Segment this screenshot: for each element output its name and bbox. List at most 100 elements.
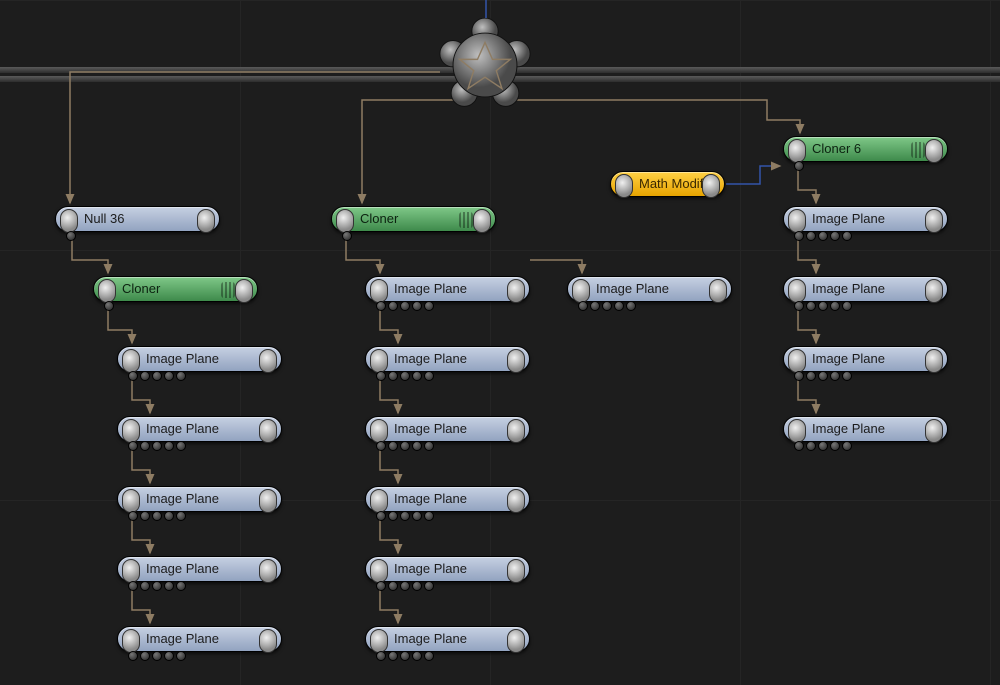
port-icon[interactable] <box>424 581 434 591</box>
port-icon[interactable] <box>176 581 186 591</box>
node-n_null36[interactable]: Null 36 <box>55 206 220 232</box>
node-n_clonerB[interactable]: Cloner <box>331 206 496 232</box>
port-icon[interactable] <box>602 301 612 311</box>
port-icon[interactable] <box>128 581 138 591</box>
node-n_ip_a3[interactable]: Image Plane <box>117 486 282 512</box>
node-n_ip_b4[interactable]: Image Plane <box>365 486 530 512</box>
port-icon[interactable] <box>412 651 422 661</box>
port-icon[interactable] <box>388 301 398 311</box>
node-handle-left[interactable] <box>370 419 388 443</box>
node-handle-right[interactable] <box>925 419 943 443</box>
port-icon[interactable] <box>412 511 422 521</box>
node-handle-right[interactable] <box>507 489 525 513</box>
node-n_ip_b2[interactable]: Image Plane <box>365 346 530 372</box>
node-n_ip_b6[interactable]: Image Plane <box>365 626 530 652</box>
node-handle-left[interactable] <box>98 279 116 303</box>
port-icon[interactable] <box>424 371 434 381</box>
node-n_math[interactable]: Math Modifi… <box>610 171 725 197</box>
port-icon[interactable] <box>140 511 150 521</box>
port-icon[interactable] <box>152 511 162 521</box>
node-handle-right[interactable] <box>925 139 943 163</box>
port-icon[interactable] <box>152 371 162 381</box>
port-icon[interactable] <box>806 301 816 311</box>
node-n_ip_c3[interactable]: Image Plane <box>783 346 948 372</box>
port-icon[interactable] <box>388 441 398 451</box>
node-handle-left[interactable] <box>788 279 806 303</box>
node-handle-left[interactable] <box>788 349 806 373</box>
port-icon[interactable] <box>176 511 186 521</box>
port-icon[interactable] <box>176 651 186 661</box>
node-n_ip_c2[interactable]: Image Plane <box>783 276 948 302</box>
node-handle-right[interactable] <box>702 174 720 198</box>
node-handle-right[interactable] <box>473 209 491 233</box>
port-icon[interactable] <box>376 651 386 661</box>
node-handle-left[interactable] <box>370 349 388 373</box>
node-handle-left[interactable] <box>572 279 590 303</box>
node-n_ip_a1[interactable]: Image Plane <box>117 346 282 372</box>
node-handle-right[interactable] <box>507 349 525 373</box>
node-handle-right[interactable] <box>259 349 277 373</box>
node-handle-left[interactable] <box>370 489 388 513</box>
port-icon[interactable] <box>830 441 840 451</box>
port-icon[interactable] <box>842 301 852 311</box>
port-icon[interactable] <box>806 231 816 241</box>
port-icon[interactable] <box>412 301 422 311</box>
port-icon[interactable] <box>152 581 162 591</box>
node-handle-right[interactable] <box>925 279 943 303</box>
port-icon[interactable] <box>152 441 162 451</box>
node-handle-left[interactable] <box>122 629 140 653</box>
node-n_ip_b5[interactable]: Image Plane <box>365 556 530 582</box>
port-icon[interactable] <box>830 301 840 311</box>
port-icon[interactable] <box>152 651 162 661</box>
port-icon[interactable] <box>424 651 434 661</box>
port-icon[interactable] <box>128 511 138 521</box>
node-handle-left[interactable] <box>122 489 140 513</box>
port-icon[interactable] <box>342 231 352 241</box>
port-icon[interactable] <box>376 301 386 311</box>
node-handle-right[interactable] <box>507 279 525 303</box>
node-handle-left[interactable] <box>122 559 140 583</box>
port-icon[interactable] <box>164 371 174 381</box>
node-n_ip_b3[interactable]: Image Plane <box>365 416 530 442</box>
node-handle-left[interactable] <box>122 419 140 443</box>
port-icon[interactable] <box>66 231 76 241</box>
port-icon[interactable] <box>424 441 434 451</box>
port-icon[interactable] <box>376 371 386 381</box>
port-icon[interactable] <box>388 371 398 381</box>
port-icon[interactable] <box>830 371 840 381</box>
root-hub-icon[interactable] <box>438 18 532 112</box>
node-handle-left[interactable] <box>60 209 78 233</box>
port-icon[interactable] <box>794 301 804 311</box>
node-n_ip_a4[interactable]: Image Plane <box>117 556 282 582</box>
port-icon[interactable] <box>830 231 840 241</box>
node-handle-right[interactable] <box>259 559 277 583</box>
port-icon[interactable] <box>400 441 410 451</box>
port-icon[interactable] <box>818 301 828 311</box>
node-n_ip_b1[interactable]: Image Plane <box>365 276 530 302</box>
node-n_ip_a5[interactable]: Image Plane <box>117 626 282 652</box>
port-icon[interactable] <box>412 371 422 381</box>
node-n_ip_a2[interactable]: Image Plane <box>117 416 282 442</box>
port-icon[interactable] <box>140 581 150 591</box>
port-icon[interactable] <box>614 301 624 311</box>
port-icon[interactable] <box>140 441 150 451</box>
port-icon[interactable] <box>794 441 804 451</box>
port-icon[interactable] <box>806 371 816 381</box>
node-handle-left[interactable] <box>336 209 354 233</box>
node-handle-right[interactable] <box>507 559 525 583</box>
node-handle-left[interactable] <box>788 139 806 163</box>
port-icon[interactable] <box>400 301 410 311</box>
port-icon[interactable] <box>376 511 386 521</box>
port-icon[interactable] <box>806 441 816 451</box>
port-icon[interactable] <box>164 581 174 591</box>
port-icon[interactable] <box>388 511 398 521</box>
node-n_ip_bSide[interactable]: Image Plane <box>567 276 732 302</box>
node-n_clonerA[interactable]: Cloner <box>93 276 258 302</box>
port-icon[interactable] <box>176 441 186 451</box>
port-icon[interactable] <box>818 371 828 381</box>
port-icon[interactable] <box>400 581 410 591</box>
port-icon[interactable] <box>794 161 804 171</box>
port-icon[interactable] <box>400 371 410 381</box>
node-handle-right[interactable] <box>709 279 727 303</box>
port-icon[interactable] <box>590 301 600 311</box>
